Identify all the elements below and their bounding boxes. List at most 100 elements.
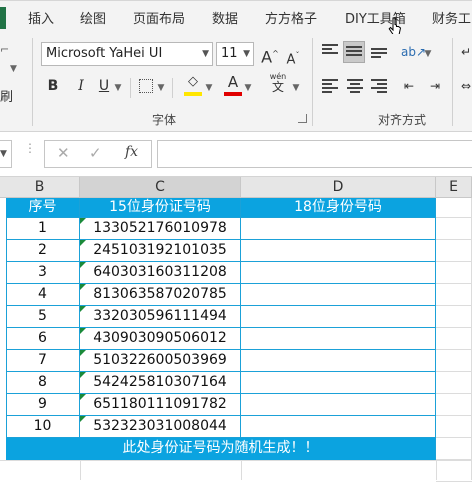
chevron-down-icon[interactable]: ▼ [243,78,253,98]
column-header-b[interactable]: B [0,177,80,198]
active-tab-fragment[interactable] [0,7,6,29]
chevron-down-icon[interactable]: ▼ [291,78,301,98]
gridline [436,283,472,284]
shrink-font-button[interactable]: Aˇ [284,46,302,70]
font-name-select[interactable]: Microsoft YaHei UI ▼ [41,42,213,66]
align-top-icon[interactable] [322,44,338,58]
id18-cell[interactable] [241,306,436,328]
tab-data[interactable]: 数据 [212,8,238,27]
formula-input[interactable] [157,140,472,168]
bold-button[interactable]: B [44,76,62,96]
column-header-e[interactable]: E [436,177,472,198]
tab-finance[interactable]: 财务工 [432,8,471,27]
index-cell[interactable]: 8 [6,372,80,394]
cell-value: 1 [38,220,47,236]
gridline [436,261,472,262]
cancel-icon[interactable]: ✕ [57,144,70,162]
fill-color-swatch [184,92,202,96]
id18-cell[interactable] [241,328,436,350]
header-cell-id18[interactable]: 18位身份号码 [241,198,436,218]
tab-insert[interactable]: 插入 [28,8,54,27]
gridline [436,327,472,328]
id15-cell[interactable]: 510322600503969 [80,350,241,372]
font-name-value: Microsoft YaHei UI [46,46,163,61]
formula-bar-grip[interactable]: ⋮ [24,142,36,154]
align-center-icon[interactable] [347,79,363,93]
id15-cell[interactable]: 651180111091782 [80,394,241,416]
id18-cell[interactable] [241,416,436,438]
decrease-indent-icon[interactable]: ⇤ [400,76,418,96]
cell-value: 430903090506012 [93,330,227,346]
gridline [436,460,437,480]
chevron-down-icon[interactable]: ▼ [423,44,433,64]
tab-fangfang[interactable]: 方方格子 [265,8,317,27]
id18-cell[interactable] [241,350,436,372]
underline-button[interactable]: U [95,76,113,96]
font-size-value: 11 [221,46,238,61]
name-box-dropdown[interactable]: ▼ [0,140,12,168]
formula-bar: ▼ ⋮ ✕ ✓ fx [0,132,472,177]
gridline [80,460,81,480]
chevron-down-icon[interactable]: ▼ [10,64,17,74]
id15-cell[interactable]: 532323031008044 [80,416,241,438]
index-cell[interactable]: 7 [6,350,80,372]
column-header-d[interactable]: D [241,177,436,198]
index-cell[interactable]: 6 [6,328,80,350]
align-middle-button[interactable] [343,41,365,63]
wrap-text-icon[interactable]: ↵ [459,42,472,62]
index-cell[interactable]: 4 [6,284,80,306]
merge-center-icon[interactable]: ⇔ [459,76,472,96]
enter-icon[interactable]: ✓ [89,144,102,162]
id18-cell[interactable] [241,394,436,416]
borders-icon[interactable] [139,79,153,93]
index-cell[interactable]: 2 [6,240,80,262]
phonetic-guide-button[interactable]: wén 文 [268,72,288,94]
id15-cell[interactable]: 332030596111494 [80,306,241,328]
gridline [0,460,472,461]
id18-cell[interactable] [241,240,436,262]
increase-indent-icon[interactable]: ⇥ [426,76,444,96]
id15-cell[interactable]: 640303160311208 [80,262,241,284]
index-cell[interactable]: 5 [6,306,80,328]
id15-cell[interactable]: 430903090506012 [80,328,241,350]
id15-cell[interactable]: 133052176010978 [80,218,241,240]
tab-page-layout[interactable]: 页面布局 [133,8,185,27]
id15-cell[interactable]: 813063587020785 [80,284,241,306]
tab-draw[interactable]: 绘图 [80,8,106,27]
fill-color-icon[interactable]: ◇ [184,72,202,92]
id18-cell[interactable] [241,218,436,240]
italic-button[interactable]: I [72,76,90,96]
index-cell[interactable]: 9 [6,394,80,416]
id18-cell[interactable] [241,262,436,284]
cell-value: 651180111091782 [93,396,227,412]
format-painter-label[interactable]: 刷 [0,86,13,105]
cell-value: 10 [33,418,52,434]
id15-cell[interactable]: 245103192101035 [80,240,241,262]
index-cell[interactable]: 1 [6,218,80,240]
error-indicator-icon [80,394,86,400]
id18-cell[interactable] [241,372,436,394]
font-size-select[interactable]: 11 ▼ [216,42,254,66]
chevron-down-icon[interactable]: ▼ [113,78,123,98]
id18-cell[interactable] [241,284,436,306]
note-cell[interactable]: 此处身份证号码为随机生成！！ [6,438,436,460]
orientation-icon[interactable]: ab↗ [401,42,426,62]
cell-value: 5 [38,308,47,324]
align-bottom-icon[interactable] [371,48,387,62]
column-header-c[interactable]: C [80,177,241,198]
chevron-down-icon[interactable]: ▼ [204,78,214,98]
header-cell-id15[interactable]: 15位身份证号码 [80,198,241,218]
error-indicator-icon [80,350,86,356]
id15-cell[interactable]: 542425810307164 [80,372,241,394]
grow-font-button[interactable]: A^ [260,44,280,67]
chevron-down-icon[interactable]: ▼ [156,78,166,98]
align-right-icon[interactable] [371,79,387,93]
header-cell-index[interactable]: 序号 [6,198,80,218]
align-left-icon[interactable] [322,79,338,93]
error-indicator-icon [80,328,86,334]
index-cell[interactable]: 10 [6,416,80,438]
index-cell[interactable]: 3 [6,262,80,284]
font-color-icon[interactable]: A [224,72,242,92]
insert-function-icon[interactable]: fx [125,144,138,160]
font-dialog-launcher-icon[interactable] [298,114,307,123]
